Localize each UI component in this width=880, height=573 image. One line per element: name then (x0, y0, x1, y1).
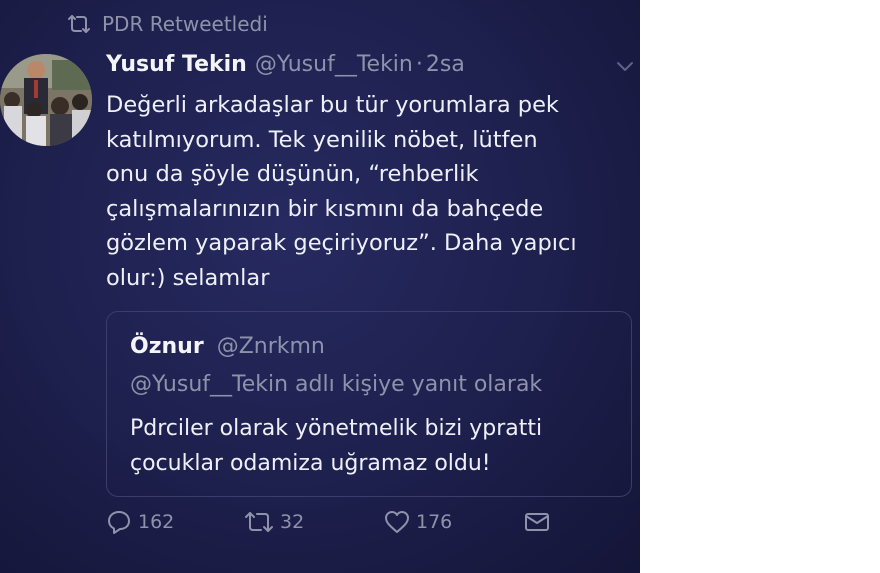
like-button[interactable]: 176 (384, 509, 452, 535)
quoted-tweet[interactable]: Öznur @Znrkmn @Yusuf__Tekin adlı kişiye … (106, 311, 632, 497)
message-button[interactable] (524, 509, 550, 535)
tweet-timestamp[interactable]: 2sa (426, 52, 465, 77)
separator-dot: · (415, 52, 423, 77)
retweet-count: 32 (280, 511, 305, 533)
tweet-header: Yusuf Tekin @Yusuf__Tekin · 2sa (106, 52, 628, 77)
author-name[interactable]: Yusuf Tekin (106, 52, 247, 77)
avatar[interactable] (0, 54, 92, 146)
quoted-tweet-header: Öznur @Znrkmn (130, 334, 325, 359)
retweet-context: PDR Retweetledi (66, 12, 268, 36)
quoted-tweet-text: Pdrciler olarak yönetmelik bizi ypratti … (130, 416, 543, 476)
quoted-reply-context: @Yusuf__Tekin adlı kişiye yanıt olarak (130, 372, 543, 397)
avatar-photo (0, 54, 92, 146)
quoted-author-handle: @Znrkmn (216, 334, 325, 359)
reply-icon (108, 511, 130, 534)
reply-count: 162 (138, 511, 175, 533)
tweet-card[interactable]: PDR Retweetledi Yusuf Tekin @Yusuf__Teki… (0, 0, 640, 573)
retweet-button[interactable]: 32 (244, 509, 304, 535)
author-handle[interactable]: @Yusuf__Tekin (255, 52, 413, 77)
quoted-author-name: Öznur (130, 334, 204, 359)
retweet-icon (245, 512, 273, 532)
like-count: 176 (416, 511, 453, 533)
retweet-icon (68, 15, 90, 33)
chevron-down-icon[interactable] (614, 58, 636, 74)
tweet-text: Değerli arkadaşlar bu tür yorumlara pek … (106, 92, 577, 291)
retweet-label: PDR Retweetledi (102, 12, 268, 36)
heart-icon (385, 511, 409, 533)
reply-button[interactable]: 162 (106, 509, 174, 535)
envelope-icon (525, 513, 549, 531)
